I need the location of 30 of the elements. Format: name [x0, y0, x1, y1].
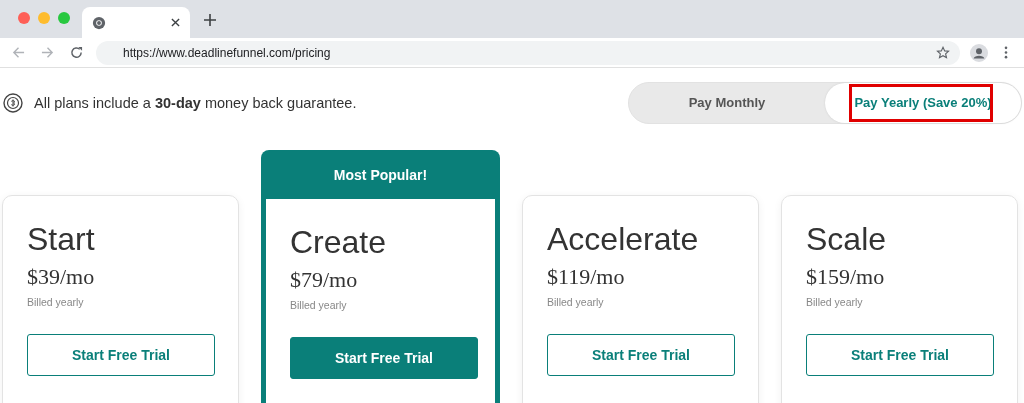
most-popular-label: Most Popular!: [332, 165, 429, 185]
billing-option[interactable]: Pay Yearly (Save 20%): [825, 82, 1021, 123]
start-free-trial-button[interactable]: Start Free Trial: [27, 334, 215, 376]
plan-price: $39/mo: [27, 264, 96, 290]
money-back-icon: [2, 91, 24, 114]
profile-icon[interactable]: [970, 43, 988, 62]
new-tab-icon[interactable]: [204, 14, 216, 26]
billing-note: Billed yearly: [27, 296, 85, 308]
plan-name: Accelerate: [547, 220, 700, 258]
browser-tab[interactable]: [82, 7, 190, 38]
billing-option[interactable]: Pay Monthly: [629, 82, 825, 123]
billing-note: Billed yearly: [290, 299, 348, 311]
guarantee-text: All plans include a 30-day money back guarantee.: [34, 94, 357, 111]
bookmark-star-icon[interactable]: [936, 45, 950, 60]
plan-price: $119/mo: [547, 264, 626, 290]
start-free-trial-button[interactable]: Start Free Trial: [547, 334, 735, 376]
plan-name: Scale: [806, 220, 888, 258]
plan-price: $79/mo: [290, 267, 359, 293]
start-free-trial-button[interactable]: Start Free Trial: [290, 337, 478, 379]
menu-icon[interactable]: [1004, 46, 1008, 59]
billing-note: Billed yearly: [806, 296, 864, 308]
billing-note: Billed yearly: [547, 296, 605, 308]
reload-icon[interactable]: [70, 46, 83, 59]
plan-name: Start: [27, 220, 96, 258]
address-field[interactable]: https://www.deadlinefunnel.com/pricing: [96, 40, 960, 65]
browser-logo-icon: [92, 15, 106, 30]
plan-price: $159/mo: [806, 264, 886, 290]
start-free-trial-button[interactable]: Start Free Trial: [806, 334, 994, 376]
plan-name: Create: [290, 223, 388, 261]
close-tab-icon[interactable]: [171, 18, 180, 27]
